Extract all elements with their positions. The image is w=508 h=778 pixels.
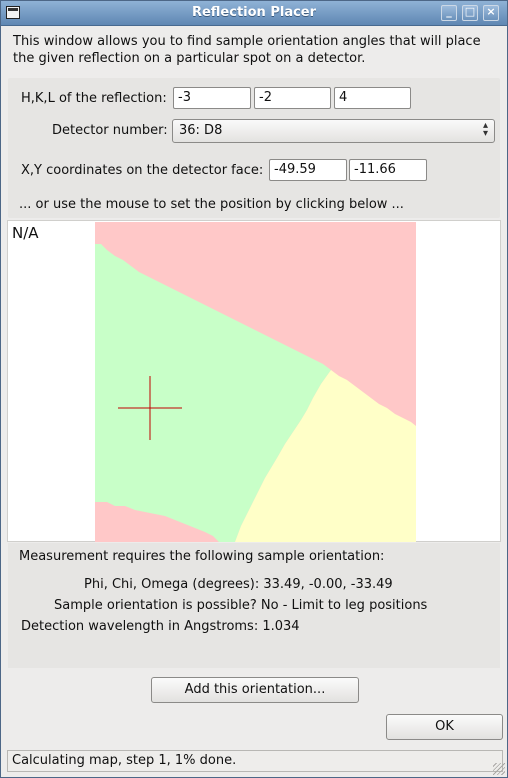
- resize-grip-icon[interactable]: [493, 763, 505, 775]
- add-orientation-button[interactable]: Add this orientation...: [151, 677, 359, 703]
- hkl-label: H,K,L of the reflection:: [21, 91, 167, 106]
- orientation-angles: Phi, Chi, Omega (degrees): 33.49, -0.00,…: [84, 577, 393, 592]
- detector-selected-value: 36: D8: [179, 123, 223, 138]
- orientation-map[interactable]: [95, 222, 416, 542]
- xy-label: X,Y coordinates on the detector face:: [21, 163, 264, 178]
- h-input[interactable]: -3: [173, 87, 251, 109]
- minimize-icon: _: [446, 5, 452, 18]
- maximize-button[interactable]: □: [462, 5, 478, 21]
- window-title: Reflection Placer: [191, 5, 317, 20]
- mouse-hint: ... or use the mouse to set the position…: [19, 197, 404, 212]
- updown-arrow-icon: ▴ ▾: [482, 120, 488, 139]
- close-icon: ×: [486, 5, 496, 18]
- title-bar[interactable]: Reflection Placer _ □ ×: [1, 1, 507, 26]
- maximize-icon: □: [464, 5, 476, 18]
- l-input[interactable]: 4: [334, 87, 411, 109]
- orientation-possible: Sample orientation is possible? No - Lim…: [54, 598, 428, 613]
- intro-text: This window allows you to find sample or…: [13, 34, 481, 66]
- k-input[interactable]: -2: [254, 87, 331, 109]
- y-input[interactable]: -11.66: [349, 159, 427, 181]
- reflection-placer-window: Reflection Placer _ □ × This window allo…: [0, 0, 508, 778]
- detector-label: Detector number:: [52, 123, 168, 138]
- ok-button[interactable]: OK: [386, 714, 503, 740]
- close-button[interactable]: ×: [483, 5, 499, 21]
- detection-wavelength: Detection wavelength in Angstroms: 1.034: [21, 619, 300, 634]
- results-heading: Measurement requires the following sampl…: [19, 549, 385, 564]
- x-input[interactable]: -49.59: [269, 159, 347, 181]
- status-bar: Calculating map, step 1, 1% done.: [7, 750, 503, 772]
- map-status-text: N/A: [12, 224, 39, 242]
- detector-select[interactable]: 36: D8 ▴ ▾: [172, 119, 495, 143]
- minimize-button[interactable]: _: [441, 5, 457, 21]
- detector-map[interactable]: N/A: [7, 220, 501, 542]
